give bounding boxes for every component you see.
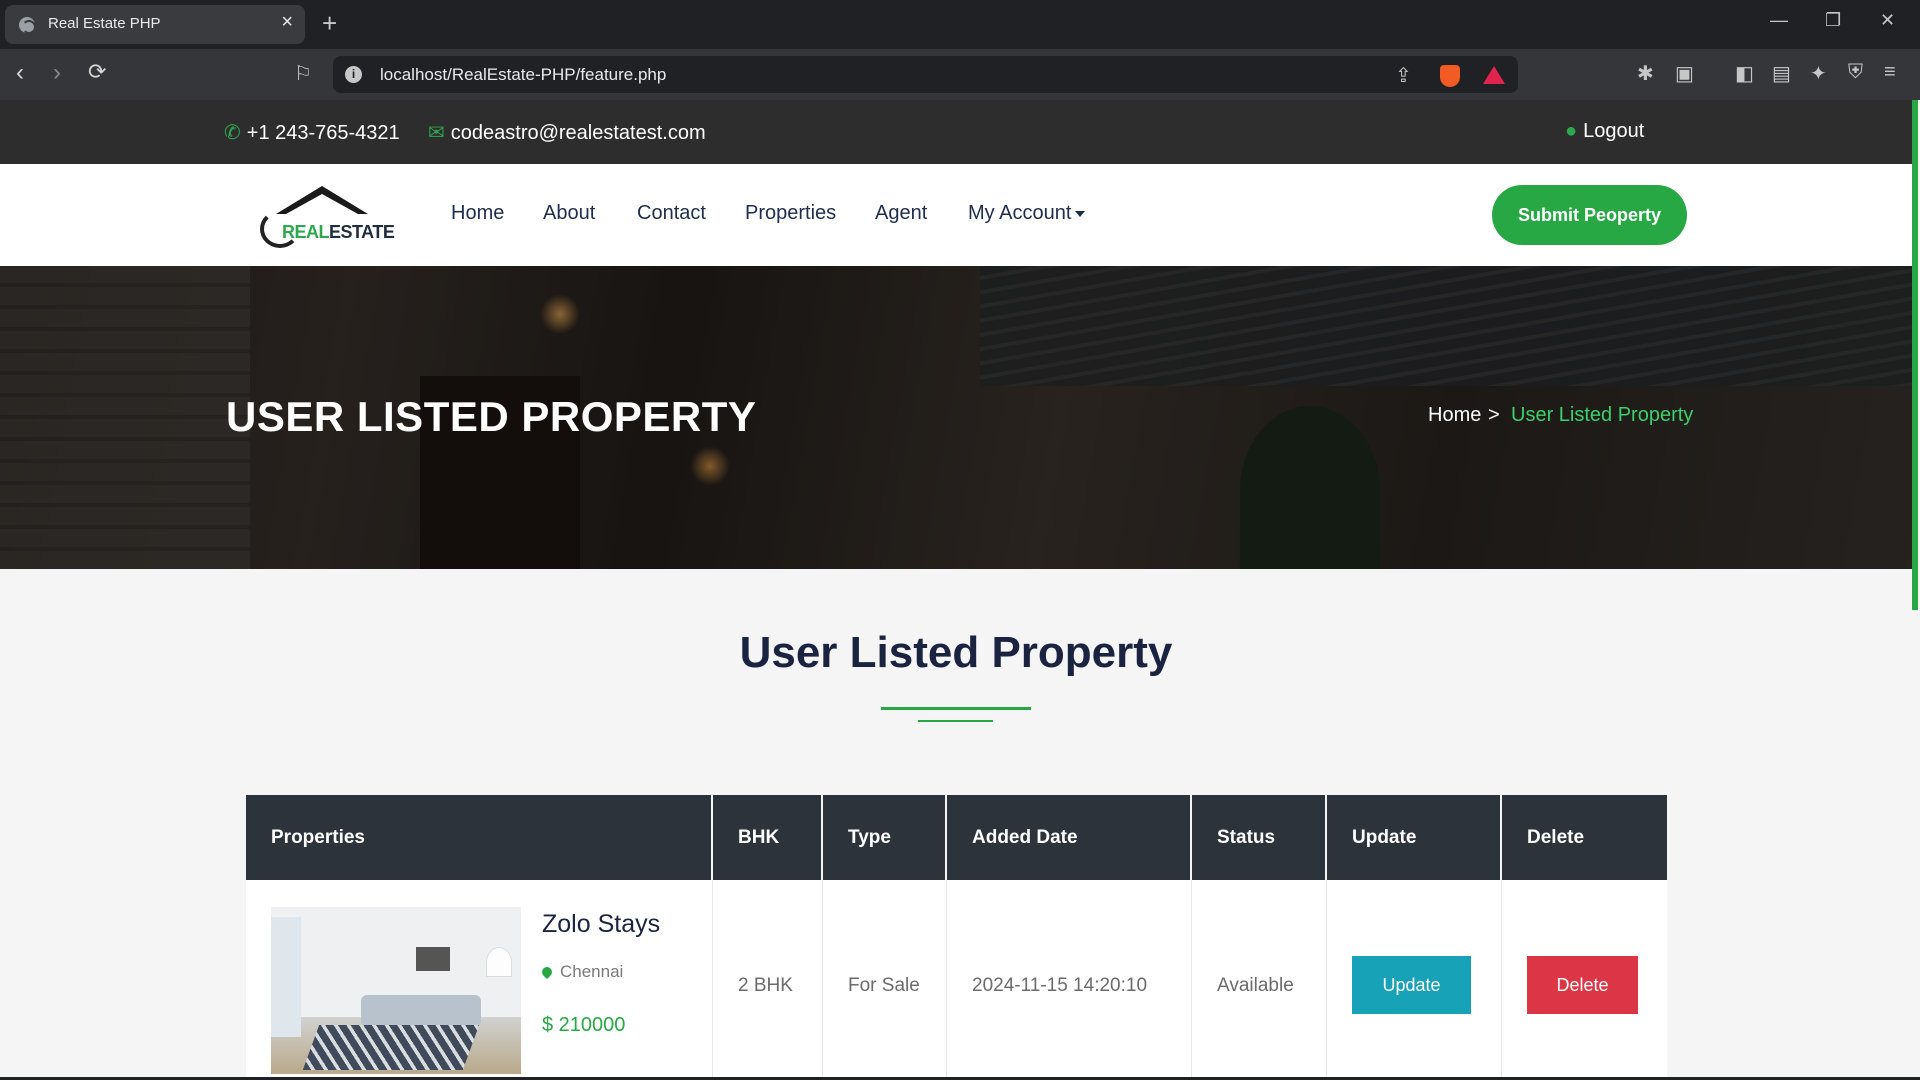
cell-property: Zolo Stays Chennai $ 210000 (246, 880, 713, 1080)
update-button[interactable]: Update (1352, 956, 1471, 1014)
email-text: codeastro@realestatest.com (450, 122, 706, 144)
th-type: Type (823, 795, 947, 880)
envelope-icon: ✉ (428, 122, 445, 144)
th-delete: Delete (1527, 827, 1585, 848)
table-header: Properties BHK Type Added Date Status Up… (246, 795, 1667, 880)
caret-down-icon (1075, 210, 1086, 217)
delete-button[interactable]: Delete (1527, 956, 1638, 1014)
browser-tab[interactable]: Real Estate PHP × (5, 5, 305, 44)
menu-icon[interactable]: ≡ (1884, 61, 1896, 84)
globe-icon (19, 17, 36, 34)
th-status: Status (1192, 795, 1327, 880)
cell-bhk: 2 BHK (713, 880, 823, 1080)
logo-wordmark: REALESTATE (282, 222, 395, 242)
user-icon: ● (1565, 120, 1578, 142)
vpn-icon[interactable]: ⛨ (1848, 61, 1863, 84)
logo-roof-inner (286, 194, 358, 214)
browser-toolbar: ‹ › ⟳ ⚐ i localhost/RealEstate-PHP/featu… (0, 49, 1920, 100)
wallet-icon[interactable]: ▤ (1772, 61, 1791, 86)
close-tab-icon[interactable]: × (281, 11, 293, 34)
extensions-icon[interactable]: ✱ (1637, 61, 1654, 86)
nav-home[interactable]: Home (451, 202, 504, 225)
nav-about[interactable]: About (543, 202, 595, 225)
th-update: Update (1327, 795, 1502, 880)
breadcrumb-home[interactable]: Home (1428, 404, 1481, 427)
sidebar-icon[interactable]: ◧ (1735, 61, 1754, 86)
site-info-icon[interactable]: i (345, 66, 362, 83)
nav-my-account[interactable]: My Account (968, 202, 1086, 225)
section-title: User Listed Property (739, 628, 1173, 677)
minimize-icon[interactable]: — (1770, 10, 1788, 31)
nav-agent[interactable]: Agent (875, 202, 927, 225)
bookmark-icon[interactable]: ⚐ (294, 61, 312, 86)
address-bar[interactable]: i localhost/RealEstate-PHP/feature.php ⇪ (333, 56, 1518, 93)
site-logo[interactable]: REALESTATE (258, 180, 395, 252)
breadcrumb-current: User Listed Property (1511, 404, 1694, 426)
restore-icon[interactable]: ❐ (1825, 10, 1841, 31)
title-underline (881, 707, 1031, 710)
nav-contact[interactable]: Contact (637, 202, 706, 225)
property-price: $ 210000 (542, 1014, 626, 1036)
phone-icon: ✆ (224, 122, 241, 144)
back-icon[interactable]: ‹ (16, 59, 24, 87)
cell-update: Update (1327, 880, 1502, 1080)
window-close-icon[interactable]: ✕ (1880, 10, 1895, 31)
map-pin-icon (539, 964, 555, 980)
nav-properties[interactable]: Properties (745, 202, 836, 225)
hero-title: USER LISTED PROPERTY (226, 393, 757, 440)
table-row: Zolo Stays Chennai $ 210000 2 BHK For Sa… (246, 880, 1667, 1080)
new-tab-icon[interactable]: + (322, 8, 337, 39)
browser-tabbar: Real Estate PHP × + — ❐ ✕ (0, 0, 1920, 49)
share-icon[interactable]: ⇪ (1395, 63, 1412, 88)
screenshot-icon[interactable]: ▣ (1675, 61, 1694, 86)
brave-shield-icon[interactable] (1440, 65, 1460, 87)
cell-status: Available (1192, 880, 1327, 1080)
phone-text: +1 243-765-4321 (246, 122, 400, 144)
property-image[interactable] (271, 907, 521, 1074)
page-scrollbar-thumb[interactable] (1912, 100, 1918, 610)
th-bhk: BHK (713, 795, 823, 880)
cell-type: For Sale (823, 880, 947, 1080)
site-topbar: ✆ +1 243-765-4321 ✉ codeastro@realestatest… (0, 100, 1920, 164)
reload-icon[interactable]: ⟳ (88, 59, 106, 85)
logout-link[interactable]: ● Logout (1565, 120, 1644, 143)
brave-rewards-icon[interactable] (1483, 66, 1505, 84)
property-location: Chennai (539, 962, 623, 982)
tab-title: Real Estate PHP (48, 15, 161, 32)
cell-delete: Delete (1502, 880, 1667, 1080)
title-underline-short (918, 720, 993, 722)
forward-icon[interactable]: › (53, 59, 61, 87)
submit-property-button[interactable]: Submit Peoperty (1492, 185, 1687, 245)
site-header: REALESTATE Home About Contact Properties… (0, 164, 1920, 266)
th-properties: Properties (246, 795, 713, 880)
logout-text: Logout (1583, 120, 1645, 142)
th-added-date: Added Date (947, 795, 1192, 880)
property-name[interactable]: Zolo Stays (542, 910, 660, 939)
url-text[interactable]: localhost/RealEstate-PHP/feature.php (380, 65, 666, 85)
email-contact[interactable]: ✉ codeastro@realestatest.com (428, 120, 706, 145)
phone-contact[interactable]: ✆ +1 243-765-4321 (224, 120, 400, 145)
leo-ai-icon[interactable]: ✦ (1810, 61, 1827, 86)
breadcrumb-separator: > (1488, 404, 1500, 426)
hero-banner: USER LISTED PROPERTY Home > User Listed … (0, 266, 1920, 569)
cell-added-date: 2024-11-15 14:20:10 (947, 880, 1192, 1080)
